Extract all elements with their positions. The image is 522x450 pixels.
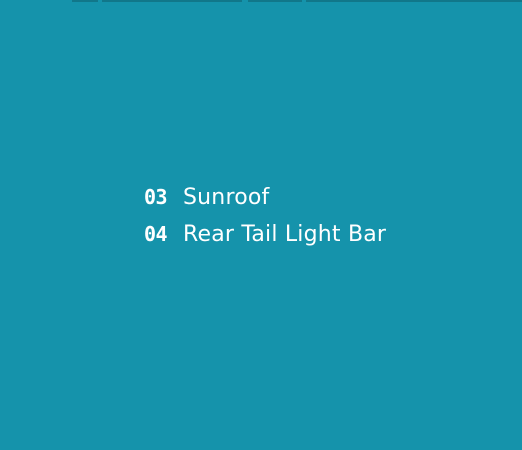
feature-label: Rear Tail Light Bar — [183, 222, 387, 247]
top-edge-strip — [72, 0, 522, 2]
feature-label: Sunroof — [183, 185, 270, 210]
feature-item-sunroof: 03 Sunroof — [144, 185, 386, 222]
feature-list: 03 Sunroof 04 Rear Tail Light Bar — [144, 185, 386, 259]
feature-index: 03 — [144, 185, 168, 209]
feature-item-rear-tail-light-bar: 04 Rear Tail Light Bar — [144, 222, 386, 259]
feature-index: 04 — [144, 222, 168, 246]
